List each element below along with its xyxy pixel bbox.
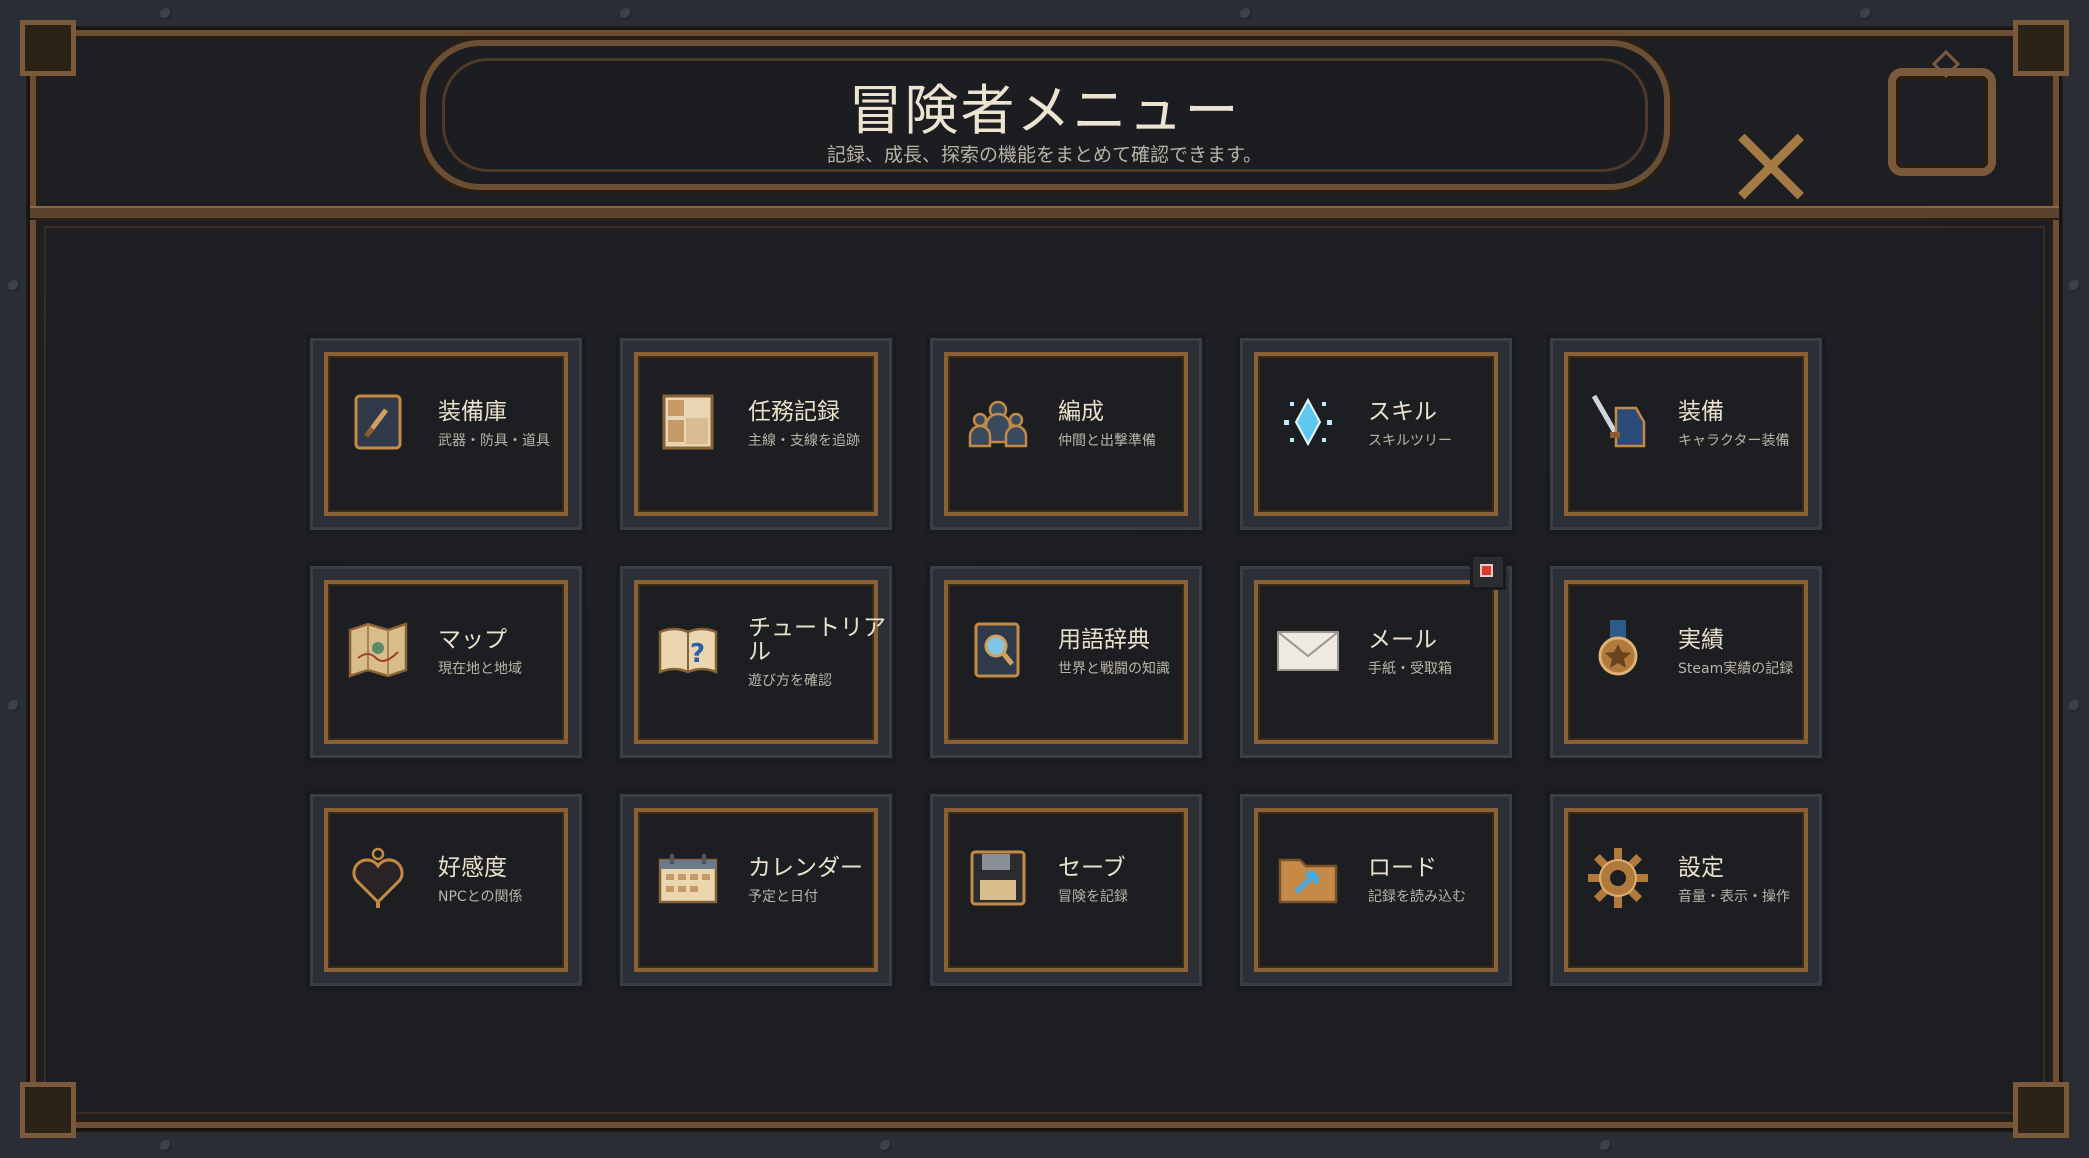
menu-sublabel: 冒険を記録: [1058, 889, 1128, 905]
rivet: [8, 280, 20, 292]
menu-label: メール: [1368, 627, 1437, 653]
menu-label: スキル: [1368, 399, 1437, 425]
map-icon: [348, 622, 408, 678]
menu-button-mail[interactable]: メール 手紙・受取箱: [1236, 554, 1516, 762]
menu-button-achievements[interactable]: 実績 Steam実績の記録: [1546, 562, 1826, 762]
menu-sublabel: 音量・表示・操作: [1678, 889, 1790, 905]
menu-label: 編成: [1058, 399, 1104, 425]
svg-text:?: ?: [690, 639, 705, 669]
quest-log-icon: [662, 394, 714, 450]
calendar-icon: [658, 854, 718, 904]
menu-sublabel: 世界と戦闘の知識: [1058, 661, 1170, 677]
menu-sublabel: 仲間と出撃準備: [1058, 433, 1156, 449]
heart-icon: [352, 847, 404, 908]
notification-badge: [1470, 554, 1506, 590]
menu-button-affinity[interactable]: 好感度 NPCとの関係: [306, 790, 586, 990]
equipment-icon: [1591, 394, 1646, 448]
menu-button-save[interactable]: セーブ 冒険を記録: [926, 790, 1206, 990]
rivet: [160, 8, 172, 20]
load-folder-icon: [1278, 858, 1338, 904]
menu-sublabel: 記録を読み込む: [1368, 889, 1466, 905]
rivet: [160, 1140, 172, 1152]
corner-ornament: [20, 1082, 76, 1138]
menu-label: 実績: [1678, 627, 1724, 653]
menu-button-equipment[interactable]: 装備 キャラクター装備: [1546, 334, 1826, 534]
menu-button-calendar[interactable]: カレンダー 予定と日付: [616, 790, 896, 990]
menu-label: 任務記録: [748, 399, 840, 425]
menu-sublabel: 主線・支線を追跡: [748, 433, 860, 449]
armory-book-icon: [354, 394, 402, 450]
tutorial-book-icon: ?: [658, 627, 718, 674]
menu-label: 設定: [1678, 855, 1724, 881]
menu-label: 装備: [1678, 399, 1724, 425]
menu-sublabel: スキルツリー: [1368, 433, 1452, 449]
rivet: [880, 1140, 892, 1152]
rivet: [1240, 8, 1252, 20]
menu-sublabel: Steam実績の記録: [1678, 661, 1794, 677]
corner-ornament: [2013, 1082, 2069, 1138]
menu-sublabel: キャラクター装備: [1678, 433, 1790, 449]
menu-button-party[interactable]: 編成 仲間と出撃準備: [926, 334, 1206, 534]
menu-button-quest-log[interactable]: 任務記録 主線・支線を追跡: [616, 334, 896, 534]
menu-label: 好感度: [438, 855, 507, 881]
square-window-icon[interactable]: [1888, 49, 1996, 176]
menu-sublabel: 武器・防具・道具: [438, 433, 550, 449]
mail-icon: [1277, 631, 1339, 671]
save-disk-icon: [970, 850, 1026, 906]
menu-button-load[interactable]: ロード 記録を読み込む: [1236, 790, 1516, 990]
rivet: [2069, 280, 2081, 292]
rivet: [2069, 700, 2081, 712]
menu-label: 装備庫: [438, 399, 507, 425]
gear-icon: [1588, 848, 1648, 908]
skill-crystal-icon: [1284, 397, 1332, 447]
menu-button-tutorial[interactable]: ? チュートリアル 遊び方を確認: [616, 562, 896, 762]
title-divider: [30, 206, 2059, 220]
menu-sublabel: NPCとの関係: [438, 889, 523, 905]
menu-sublabel: 遊び方を確認: [748, 673, 832, 689]
menu-button-glossary[interactable]: 用語辞典 世界と戦闘の知識: [926, 562, 1206, 762]
menu-label: 用語辞典: [1058, 627, 1150, 653]
menu-sublabel: 手紙・受取箱: [1368, 661, 1452, 677]
menu-button-armory[interactable]: 装備庫 武器・防具・道具: [306, 334, 586, 534]
menu-button-map[interactable]: マップ 現在地と地域: [306, 562, 586, 762]
close-icon[interactable]: [1735, 130, 1807, 202]
rivet: [1860, 8, 1872, 20]
menu-button-skills[interactable]: スキル スキルツリー: [1236, 334, 1516, 534]
menu-sublabel: 予定と日付: [748, 889, 818, 905]
rivet: [620, 8, 632, 20]
rivet: [1600, 1140, 1612, 1152]
menu-button-settings[interactable]: 設定 音量・表示・操作: [1546, 790, 1826, 990]
menu-label: セーブ: [1058, 855, 1126, 881]
party-icon: [968, 400, 1028, 448]
menu-label: ロード: [1368, 855, 1437, 881]
menu-label: チュートリアル: [748, 615, 886, 665]
glossary-book-icon: [974, 622, 1020, 678]
rivet: [8, 700, 20, 712]
medal-icon: [1598, 620, 1638, 676]
menu-label: マップ: [438, 627, 507, 653]
menu-label: カレンダー: [748, 855, 863, 881]
menu-sublabel: 現在地と地域: [438, 661, 522, 677]
